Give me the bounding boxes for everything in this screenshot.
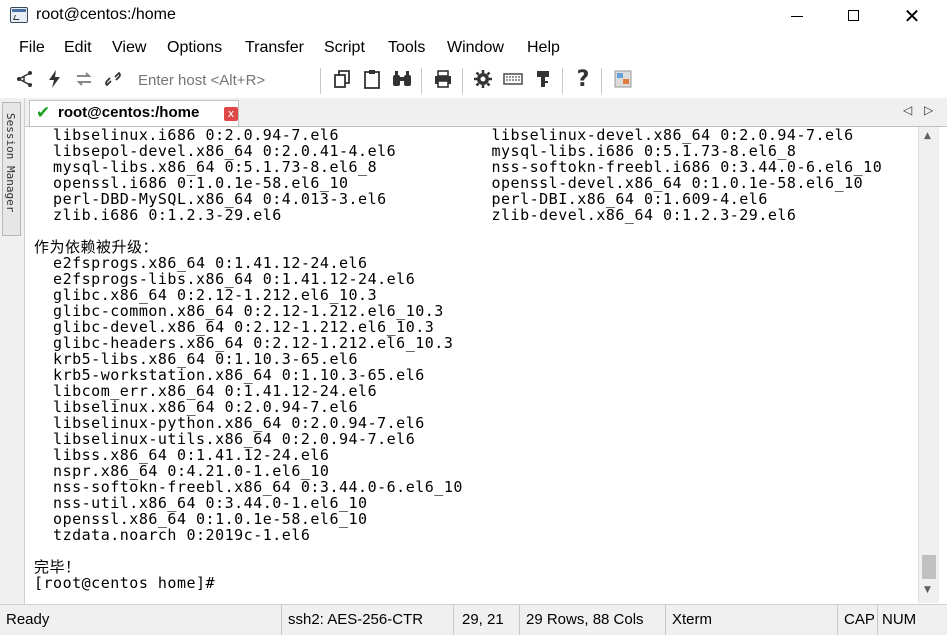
menu-window[interactable]: Window <box>447 39 504 57</box>
session-manager-label: Session Manager <box>4 113 17 213</box>
status-terminal-type: Xterm <box>666 605 838 635</box>
session-manager-strip: Session Manager <box>0 98 25 604</box>
window-title: root@centos:/home <box>36 6 176 23</box>
minimize-button[interactable] <box>774 0 820 32</box>
title-bar: root@centos:/home ✕ <box>0 0 947 34</box>
maximize-button[interactable] <box>831 0 877 32</box>
settings-icon[interactable] <box>472 69 494 91</box>
terminal-line: [root@centos home]# <box>34 574 225 592</box>
menu-help[interactable]: Help <box>527 39 560 57</box>
menu-edit[interactable]: Edit <box>64 39 92 57</box>
toolbar-separator <box>320 68 321 94</box>
session-manager-tab[interactable]: Session Manager <box>2 102 21 236</box>
connected-check-icon: ✔ <box>36 103 51 123</box>
vertical-scrollbar[interactable]: ▲ ▼ <box>918 127 939 603</box>
reconnect-icon[interactable] <box>73 69 95 91</box>
menu-tools[interactable]: Tools <box>388 39 425 57</box>
tab-bar: ✔ root@centos:/home x ◁ ▷ <box>25 98 947 127</box>
toolbar-separator <box>562 68 563 94</box>
disconnect-icon[interactable] <box>102 69 124 91</box>
connect-icon[interactable] <box>14 69 36 91</box>
copy-icon[interactable] <box>331 69 353 91</box>
menu-script[interactable]: Script <box>324 39 365 57</box>
status-num-lock: NUM <box>882 611 917 628</box>
find-icon[interactable] <box>391 69 413 91</box>
tab-close-icon[interactable]: x <box>224 107 238 121</box>
paste-icon[interactable] <box>361 69 383 91</box>
menu-bar: File Edit View Options Transfer Script T… <box>0 34 947 62</box>
menu-transfer[interactable]: Transfer <box>245 39 304 57</box>
terminal-output: libselinux.i686 0:2.0.94-7.el6 libselinu… <box>34 127 882 591</box>
session-tab[interactable]: ✔ root@centos:/home x <box>29 100 239 126</box>
keymap-icon[interactable] <box>502 69 524 91</box>
status-cursor-position: 29, 21 <box>454 605 520 635</box>
session-tab-label: root@centos:/home <box>58 104 200 121</box>
print-icon[interactable] <box>432 69 454 91</box>
close-button[interactable]: ✕ <box>889 0 935 32</box>
menu-view[interactable]: View <box>112 39 146 57</box>
terminal-area[interactable]: libselinux.i686 0:2.0.94-7.el6 libselinu… <box>25 127 918 603</box>
terminal-line: tzdata.noarch 0:2019c-1.el6 <box>34 526 311 544</box>
status-caps-lock: CAP <box>838 605 878 635</box>
securecrt-app-icon <box>10 7 28 23</box>
tab-scroll-right-icon[interactable]: ▷ <box>924 103 933 117</box>
status-ready: Ready <box>0 605 282 635</box>
quick-connect-icon[interactable] <box>44 69 66 91</box>
terminal-line: zlib.i686 0:1.2.3-29.el6 zlib-devel.x86_… <box>34 206 797 224</box>
toolbar-separator <box>421 68 422 94</box>
menu-options[interactable]: Options <box>167 39 222 57</box>
host-input[interactable] <box>134 70 322 90</box>
toolbar: ? <box>0 62 947 99</box>
tab-scroll-left-icon[interactable]: ◁ <box>903 103 912 117</box>
status-terminal-size: 29 Rows, 88 Cols <box>520 605 666 635</box>
scroll-down-icon[interactable]: ▼ <box>924 585 931 595</box>
status-bar: Ready ssh2: AES-256-CTR 29, 21 29 Rows, … <box>0 604 947 635</box>
scroll-up-icon[interactable]: ▲ <box>924 131 931 141</box>
menu-file[interactable]: File <box>19 39 45 57</box>
sftp-icon[interactable] <box>612 69 634 91</box>
help-icon[interactable]: ? <box>572 69 594 91</box>
toolbar-separator <box>601 68 602 94</box>
toolbar-separator <box>462 68 463 94</box>
scroll-thumb[interactable] <box>922 555 936 579</box>
key-icon[interactable] <box>532 69 554 91</box>
status-protocol: ssh2: AES-256-CTR <box>282 605 454 635</box>
